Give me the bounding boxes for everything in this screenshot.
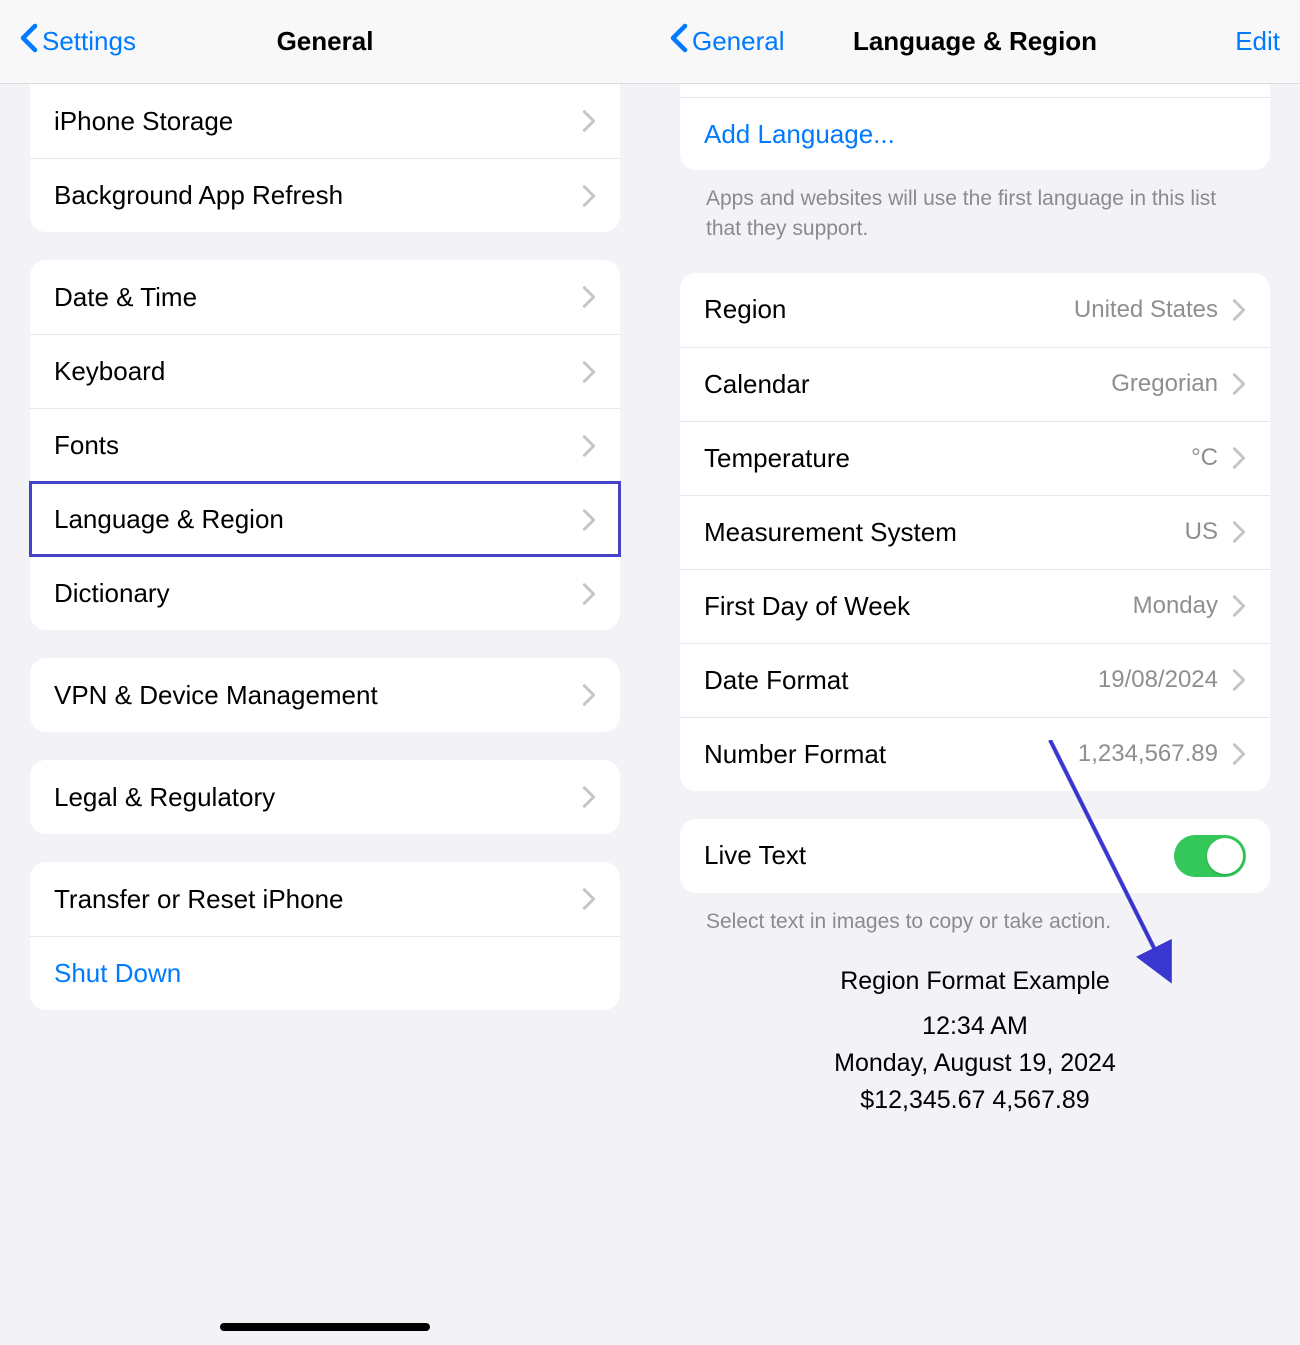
row-value: US [1185, 518, 1218, 546]
live-text-toggle[interactable] [1174, 835, 1246, 877]
edit-button[interactable]: Edit [1235, 26, 1280, 57]
chevron-left-icon [670, 23, 688, 60]
row-value: Monday [1133, 592, 1218, 620]
chevron-right-icon [582, 785, 596, 809]
example-money: $12,345.67 4,567.89 [680, 1086, 1270, 1115]
home-indicator[interactable] [220, 1323, 430, 1331]
row-first-day-of-week[interactable]: First Day of Week Monday [680, 569, 1270, 643]
row-label: Legal & Regulatory [54, 782, 275, 813]
row-date-time[interactable]: Date & Time [30, 260, 620, 334]
chevron-left-icon [20, 23, 38, 60]
row-add-language[interactable]: Add Language... [680, 98, 1270, 170]
chevron-right-icon [1232, 594, 1246, 618]
row-label: VPN & Device Management [54, 680, 378, 711]
row-vpn-device-management[interactable]: VPN & Device Management [30, 658, 620, 732]
navbar-general: Settings General [0, 0, 650, 84]
row-label: Live Text [704, 840, 806, 871]
region-format-example: Region Format Example 12:34 AM Monday, A… [680, 967, 1270, 1115]
row-keyboard[interactable]: Keyboard [30, 334, 620, 408]
chevron-right-icon [582, 508, 596, 532]
chevron-right-icon [1232, 520, 1246, 544]
row-iphone-storage[interactable]: iPhone Storage [30, 84, 620, 158]
chevron-right-icon [582, 887, 596, 911]
back-label: Settings [42, 26, 136, 57]
chevron-right-icon [582, 434, 596, 458]
row-label: Date Format [704, 665, 849, 696]
row-value: United States [1074, 296, 1218, 324]
example-date: Monday, August 19, 2024 [680, 1049, 1270, 1078]
example-title: Region Format Example [680, 967, 1270, 996]
chevron-right-icon [582, 360, 596, 384]
pane-general: Settings General iPhone Storage Backgrou… [0, 0, 650, 1345]
row-value: 19/08/2024 [1098, 666, 1218, 694]
row-label: Region [704, 294, 786, 325]
example-time: 12:34 AM [680, 1012, 1270, 1041]
row-value: 1,234,567.89 [1078, 740, 1218, 768]
row-shut-down[interactable]: Shut Down [30, 936, 620, 1010]
row-value: °C [1191, 444, 1218, 472]
row-label: Calendar [704, 369, 810, 400]
row-label: iPhone Storage [54, 106, 233, 137]
row-label: Fonts [54, 430, 119, 461]
row-label: Keyboard [54, 356, 165, 387]
row-date-format[interactable]: Date Format 19/08/2024 [680, 643, 1270, 717]
chevron-right-icon [582, 582, 596, 606]
row-legal-regulatory[interactable]: Legal & Regulatory [30, 760, 620, 834]
language-list-bottom-edge [680, 84, 1270, 98]
chevron-right-icon [1232, 668, 1246, 692]
row-transfer-reset-iphone[interactable]: Transfer or Reset iPhone [30, 862, 620, 936]
row-label: Background App Refresh [54, 180, 343, 211]
row-temperature[interactable]: Temperature °C [680, 421, 1270, 495]
row-calendar[interactable]: Calendar Gregorian [680, 347, 1270, 421]
chevron-right-icon [1232, 372, 1246, 396]
chevron-right-icon [582, 285, 596, 309]
page-title: Language & Region [853, 26, 1097, 57]
language-footer-text: Apps and websites will use the first lan… [680, 170, 1270, 245]
row-label: Shut Down [54, 958, 181, 989]
row-dictionary[interactable]: Dictionary [30, 556, 620, 630]
row-value: Gregorian [1111, 370, 1218, 398]
row-region[interactable]: Region United States [680, 273, 1270, 347]
chevron-right-icon [582, 683, 596, 707]
chevron-right-icon [1232, 742, 1246, 766]
live-text-footer-text: Select text in images to copy or take ac… [680, 893, 1270, 937]
row-label: Language & Region [54, 504, 284, 535]
back-button-settings[interactable]: Settings [20, 23, 136, 60]
row-label: Transfer or Reset iPhone [54, 884, 344, 915]
chevron-right-icon [582, 184, 596, 208]
chevron-right-icon [1232, 446, 1246, 470]
row-fonts[interactable]: Fonts [30, 408, 620, 482]
navbar-language-region: General Language & Region Edit [650, 0, 1300, 84]
row-background-app-refresh[interactable]: Background App Refresh [30, 158, 620, 232]
row-live-text[interactable]: Live Text [680, 819, 1270, 893]
page-title: General [277, 26, 374, 57]
row-label: Temperature [704, 443, 850, 474]
row-language-region[interactable]: Language & Region [30, 482, 620, 556]
back-button-general[interactable]: General [670, 23, 785, 60]
pane-language-region: General Language & Region Edit Add Langu… [650, 0, 1300, 1345]
row-label: Add Language... [704, 119, 895, 150]
row-label: Measurement System [704, 517, 957, 548]
row-label: Number Format [704, 739, 886, 770]
row-measurement-system[interactable]: Measurement System US [680, 495, 1270, 569]
chevron-right-icon [1232, 298, 1246, 322]
row-label: Dictionary [54, 578, 170, 609]
back-label: General [692, 26, 785, 57]
chevron-right-icon [582, 109, 596, 133]
row-label: Date & Time [54, 282, 197, 313]
row-number-format[interactable]: Number Format 1,234,567.89 [680, 717, 1270, 791]
row-label: First Day of Week [704, 591, 910, 622]
